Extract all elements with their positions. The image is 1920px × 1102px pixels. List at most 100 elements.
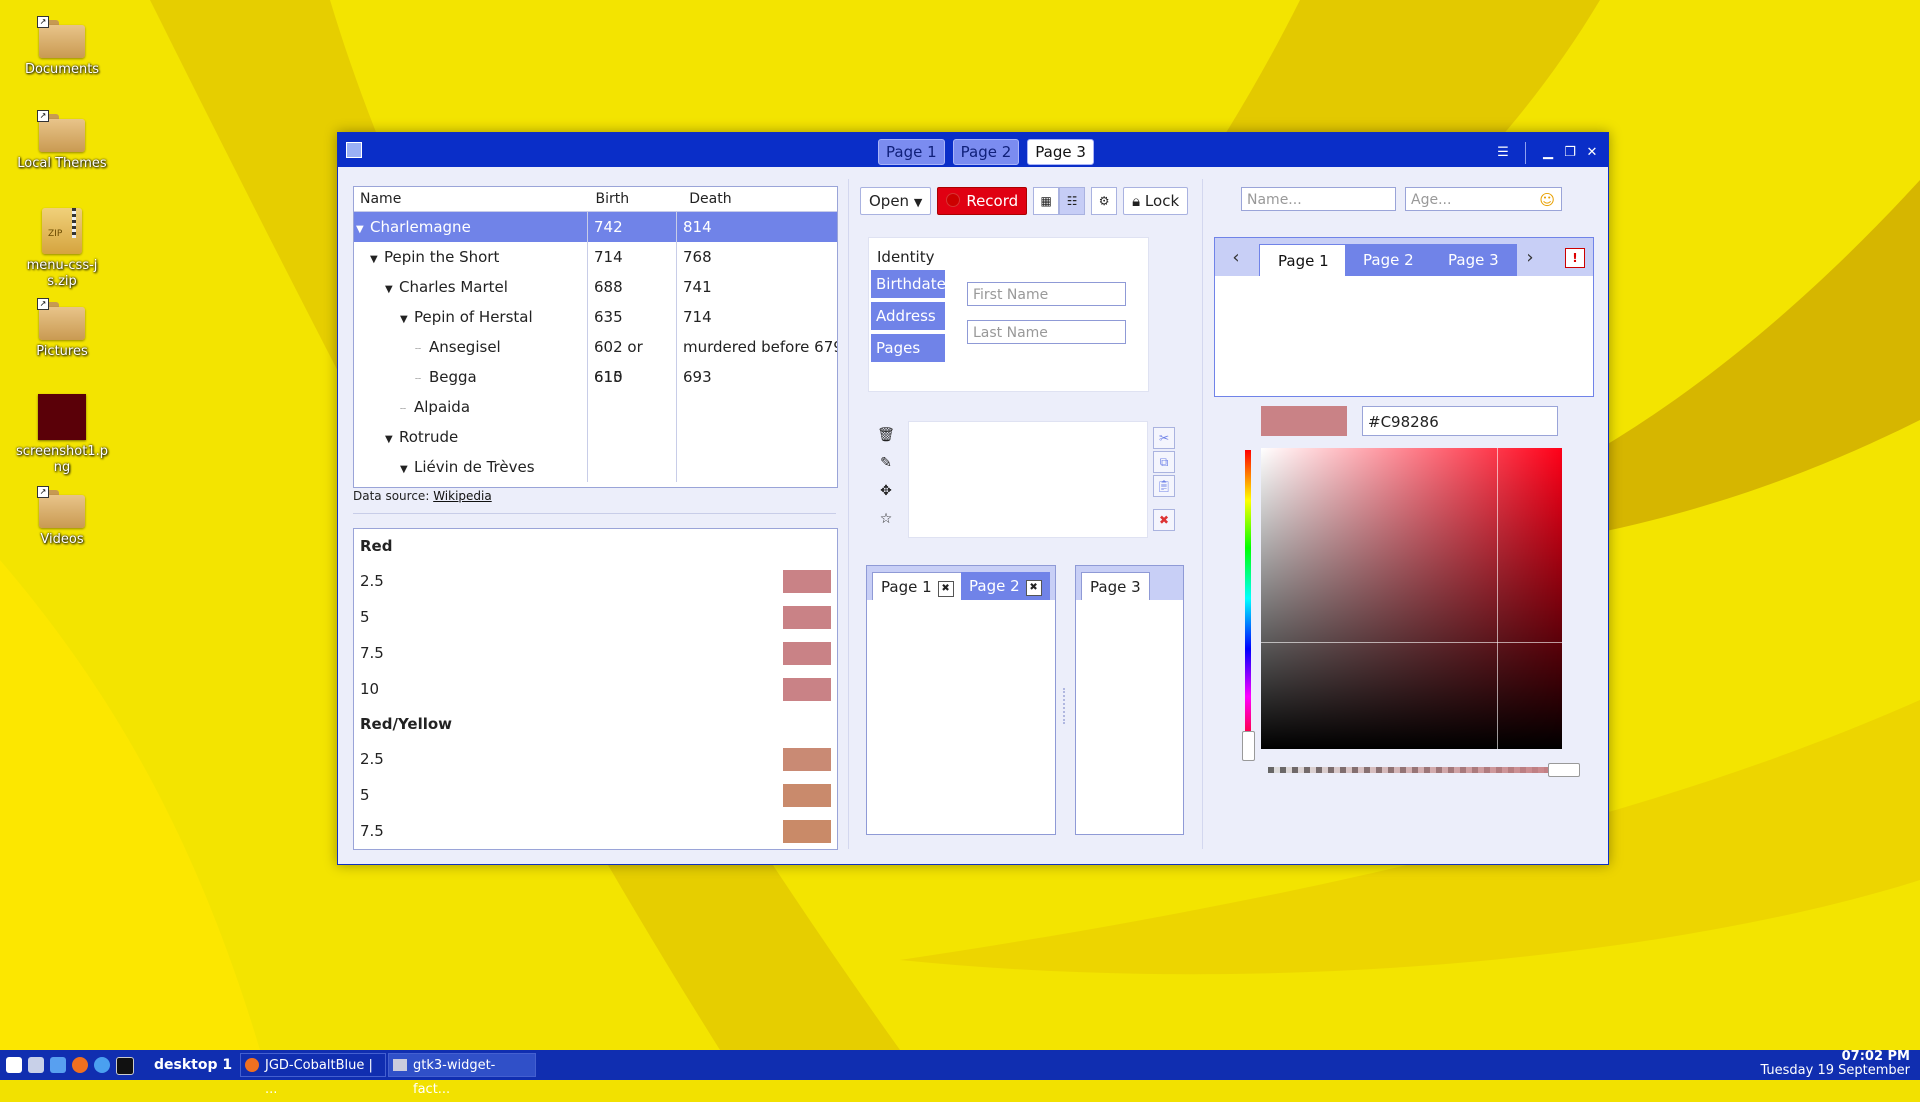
tab-page-1[interactable]: Page 1: [1259, 244, 1348, 276]
hue-slider-knob[interactable]: [1242, 731, 1255, 761]
clock[interactable]: 07:02 PM Tuesday 19 September: [1760, 1050, 1910, 1078]
expander-down-icon[interactable]: ▼: [370, 245, 384, 275]
family-tree-view[interactable]: Name Birth Death ▼ Charlemagne 742 814 ▼ P…: [353, 186, 838, 488]
window-titlebar[interactable]: Page 1 Page 2 Page 3 ☰ ▁ ❐ ✕: [338, 133, 1608, 167]
close-tab-icon[interactable]: ✖: [937, 581, 954, 597]
tab-address[interactable]: Address: [871, 302, 945, 330]
star-icon[interactable]: ☆: [876, 511, 896, 527]
tree-row[interactable]: ▼ Charlemagne 742 814: [354, 212, 837, 242]
list-item[interactable]: 7.5: [354, 635, 837, 671]
record-button[interactable]: Record: [937, 187, 1028, 215]
saturation-value-plane[interactable]: [1261, 448, 1562, 749]
open-menu-button[interactable]: Open ▼: [860, 187, 932, 215]
desktop-switcher[interactable]: desktop 1: [154, 1050, 232, 1080]
copy-icon[interactable]: ⧉: [1153, 451, 1175, 473]
minimize-icon[interactable]: ▁: [1540, 145, 1556, 161]
grid-view-icon[interactable]: ▦: [1033, 187, 1060, 215]
maximize-icon[interactable]: ❐: [1562, 145, 1578, 161]
firefox-icon[interactable]: [72, 1057, 88, 1073]
color-swatch-list[interactable]: Red 2.5 5 7.5 10 Red/Yellow 2.5 5 7.5: [353, 528, 838, 850]
show-desktop-icon[interactable]: [28, 1057, 44, 1073]
expander-down-icon[interactable]: ▼: [356, 215, 370, 245]
title-tab-page-2[interactable]: Page 2: [952, 139, 1020, 165]
tab-page-3[interactable]: Page 3: [1430, 244, 1517, 276]
close-tab-icon[interactable]: ✖: [1025, 580, 1042, 596]
delete-icon[interactable]: ✖: [1153, 509, 1175, 531]
alpha-slider[interactable]: [1268, 767, 1564, 773]
terminal-icon[interactable]: [116, 1057, 134, 1075]
desktop-icon-menu-zip[interactable]: ZIP menu-css-js.zip: [8, 208, 116, 290]
tree-row[interactable]: ▼ Rotrude: [354, 422, 837, 452]
column-header-death[interactable]: Death: [683, 187, 837, 211]
warning-icon[interactable]: !: [1565, 248, 1585, 268]
notebook-tab-page-3[interactable]: Page 3: [1081, 572, 1150, 600]
notebook-tab-page-2[interactable]: Page 2 ✖: [961, 572, 1050, 600]
list-item[interactable]: 5: [354, 777, 837, 813]
alpha-slider-knob[interactable]: [1548, 763, 1580, 777]
desktop-icon-videos[interactable]: ↗ Videos: [8, 486, 116, 548]
expander-down-icon[interactable]: ▼: [400, 305, 414, 335]
tree-row[interactable]: ▼ Charles Martel 688 741: [354, 272, 837, 302]
tab-page-2[interactable]: Page 2: [1345, 244, 1432, 276]
desktop-icon-label: screenshot1.png: [16, 444, 108, 475]
hamburger-menu-icon[interactable]: ☰: [1495, 145, 1511, 161]
close-icon[interactable]: ✕: [1584, 145, 1600, 161]
text-view[interactable]: [908, 421, 1148, 538]
expander-down-icon[interactable]: ▼: [385, 425, 399, 455]
mail-icon[interactable]: [50, 1057, 66, 1073]
eyedropper-icon[interactable]: ✎: [876, 455, 896, 471]
move-icon[interactable]: ✥: [876, 483, 896, 499]
list-view-icon[interactable]: ☷: [1059, 187, 1086, 215]
cut-icon[interactable]: ✂: [1153, 427, 1175, 449]
folder-icon: ↗: [37, 298, 85, 340]
task-cobaltblue[interactable]: JGD-CobaltBlue | ...: [240, 1053, 386, 1097]
age-entry[interactable]: Age... ☺: [1405, 187, 1562, 211]
desktop-icon-pictures[interactable]: ↗ Pictures: [8, 298, 116, 360]
app-menu-icon[interactable]: [346, 142, 362, 158]
list-item[interactable]: 7.5: [354, 813, 837, 849]
title-tab-page-1[interactable]: Page 1: [878, 139, 945, 165]
notebook-tab-page-1[interactable]: Page 1 ✖: [872, 572, 963, 600]
tree-row[interactable]: ▼ Pepin the Short 714 768: [354, 242, 837, 272]
trash-icon[interactable]: 🗑︎: [876, 427, 896, 443]
expander-down-icon[interactable]: ▼: [400, 455, 414, 485]
list-item[interactable]: 2.5: [354, 741, 837, 777]
tree-row[interactable]: ▼ Pepin of Herstal 635 714: [354, 302, 837, 332]
tab-pages[interactable]: Pages: [871, 334, 945, 362]
tree-header: Name Birth Death: [354, 187, 837, 212]
first-name-field[interactable]: First Name: [967, 282, 1126, 306]
column-header-birth[interactable]: Birth: [590, 187, 684, 211]
column-header-name[interactable]: Name: [354, 187, 590, 211]
hue-slider[interactable]: [1245, 450, 1251, 747]
chevron-left-icon[interactable]: ‹: [1221, 244, 1251, 272]
list-item[interactable]: 10: [354, 671, 837, 707]
task-gtk3-widget-factory[interactable]: gtk3-widget-fact...: [388, 1053, 536, 1097]
identity-panel: Identity Birthdate Address Pages First N…: [868, 237, 1149, 392]
desktop-icon-documents[interactable]: ↗ Documents: [8, 16, 116, 78]
paste-icon[interactable]: 📋︎: [1153, 475, 1175, 497]
color-hex-entry[interactable]: #C98286: [1362, 406, 1558, 436]
tree-row[interactable]: ┄ Begga 615 693: [354, 362, 837, 392]
pane-handle[interactable]: [1063, 688, 1069, 724]
name-entry[interactable]: Name...: [1241, 187, 1396, 211]
desktop-icon-screenshot[interactable]: screenshot1.png: [8, 394, 116, 476]
tree-row[interactable]: ┄ Ansegisel 602 or 610 murdered before 67…: [354, 332, 837, 386]
list-item[interactable]: 2.5: [354, 563, 837, 599]
folder-icon: ↗: [37, 110, 85, 152]
lock-button[interactable]: 🔒︎ Lock: [1123, 187, 1189, 215]
desktop-icon-local-themes[interactable]: ↗ Local Themes: [8, 110, 116, 172]
emoji-icon[interactable]: ☺: [1539, 188, 1555, 212]
browser-icon[interactable]: [94, 1057, 110, 1073]
menu-icon[interactable]: [6, 1057, 22, 1073]
tree-row[interactable]: ┄ Alpaida: [354, 392, 837, 422]
expander-down-icon[interactable]: ▼: [385, 275, 399, 305]
list-item[interactable]: 5: [354, 599, 837, 635]
tree-row[interactable]: ▼ Liévin de Trèves: [354, 452, 837, 482]
wikipedia-link[interactable]: Wikipedia: [433, 489, 492, 503]
gear-icon[interactable]: ⚙: [1091, 187, 1118, 215]
tab-birthdate[interactable]: Birthdate: [871, 270, 946, 298]
color-swatch: [783, 570, 831, 593]
chevron-right-icon[interactable]: ›: [1515, 244, 1545, 272]
last-name-field[interactable]: Last Name: [967, 320, 1126, 344]
title-tab-page-3[interactable]: Page 3: [1027, 139, 1094, 165]
